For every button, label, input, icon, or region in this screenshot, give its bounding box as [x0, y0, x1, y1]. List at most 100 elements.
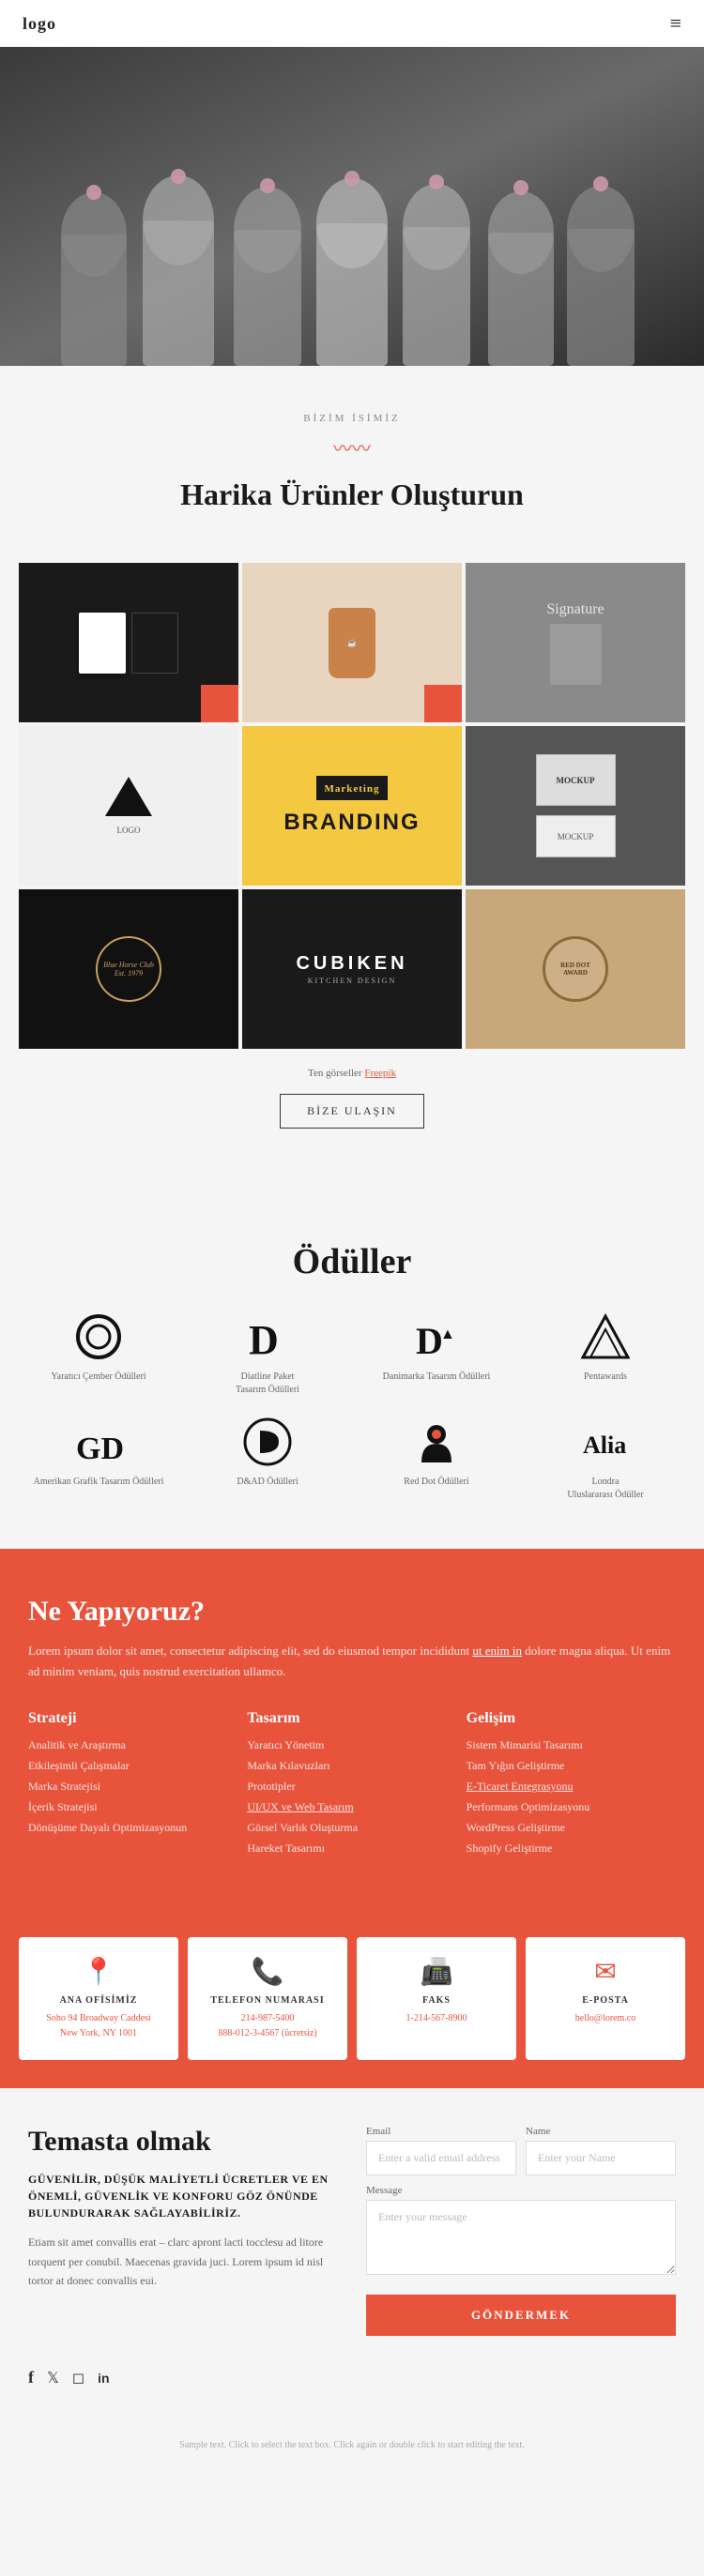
what-col-gelisim: Gelişim Sistem Mimarisi Tasarımı Tam Yığ… — [467, 1710, 676, 1862]
award-item-6: D&AD Ödülleri — [188, 1416, 347, 1502]
award-item-5: GD Amerikan Grafik Tasarım Ödülleri — [19, 1416, 178, 1502]
intro-section: BİZİM İSİMİZ 〰〰 Harika Ürünler Oluşturun — [0, 366, 704, 540]
facebook-icon[interactable]: f — [28, 2368, 34, 2387]
what-col-list-2: Sistem Mimarisi Tasarımı Tam Yığın Geliş… — [467, 1738, 676, 1856]
award-icon-6 — [241, 1416, 294, 1468]
grid-item-4[interactable]: LOGO — [19, 726, 238, 886]
list-item[interactable]: Marka Kılavuzları — [247, 1759, 456, 1773]
award-label-3: Danimarka Tasarım Ödülleri — [383, 1371, 491, 1384]
list-item[interactable]: Hareket Tasarımı — [247, 1841, 456, 1856]
grid-item-6[interactable]: MOCKUP MOCKUP — [466, 726, 685, 886]
name-field-group: Name — [526, 2126, 676, 2175]
what-col-strateji: Strateji Analitik ve Araştırma Etkileşim… — [28, 1710, 237, 1862]
award-label-6: D&AD Ödülleri — [237, 1476, 298, 1489]
message-label: Message — [366, 2185, 676, 2196]
list-item[interactable]: Etkileşimli Çalışmalar — [28, 1759, 237, 1773]
email-icon: ✉ — [537, 1956, 674, 1988]
list-item[interactable]: Tam Yığın Geliştirme — [467, 1759, 676, 1773]
award-icon-1 — [72, 1311, 125, 1363]
fax-info: 1-214-567-8900 — [368, 2011, 505, 2026]
list-item[interactable]: E-Ticaret Entegrasyonu — [467, 1780, 676, 1794]
list-item[interactable]: İçerik Stratejisi — [28, 1800, 237, 1814]
contact-card-phone: 📞 TELEFON NUMARASI 214-987-5400 888-012-… — [188, 1937, 347, 2060]
svg-text:D: D — [416, 1320, 443, 1361]
svg-text:GD: GD — [76, 1432, 123, 1466]
awards-grid: Yaratıcı Çember Ödülleri D Diatline Pake… — [19, 1311, 685, 1502]
what-col-list-0: Analitik ve Araştırma Etkileşimli Çalışm… — [28, 1738, 237, 1835]
list-item[interactable]: Yaratıcı Yönetim — [247, 1738, 456, 1752]
hamburger-menu[interactable]: ≡ — [670, 11, 681, 36]
award-item-1: Yaratıcı Çember Ödülleri — [19, 1311, 178, 1397]
form-layout: Email Name Message GÖNDERMEk — [366, 2126, 676, 2336]
twitter-icon[interactable]: 𝕏 — [47, 2369, 59, 2387]
svg-text:▲: ▲ — [440, 1326, 455, 1342]
list-item[interactable]: Performans Optimizasyonu — [467, 1800, 676, 1814]
fax-title: FAKS — [368, 1995, 505, 2006]
email-label: Email — [366, 2126, 516, 2137]
email-input[interactable] — [366, 2141, 516, 2175]
what-col-tasarim: Tasarım Yaratıcı Yönetim Marka Kılavuzla… — [247, 1710, 456, 1862]
award-label-7: Red Dot Ödülleri — [404, 1476, 468, 1489]
form-desc: Etiam sit amet convallis erat – clarc ap… — [28, 2233, 338, 2290]
submit-button[interactable]: GÖNDERMEk — [366, 2295, 676, 2336]
grid-item-2[interactable]: ☕ — [242, 563, 462, 722]
svg-text:Alia: Alia — [583, 1432, 626, 1459]
award-icon-8: Alia — [579, 1416, 632, 1468]
list-item[interactable]: WordPress Geliştirme — [467, 1821, 676, 1835]
location-icon: 📍 — [30, 1956, 167, 1988]
hero-section — [0, 47, 704, 366]
phone-icon: 📞 — [199, 1956, 336, 1988]
name-input[interactable] — [526, 2141, 676, 2175]
form-section: Temasta olmak GÜVENİLİR, DÜŞÜK MALİYETLİ… — [0, 2088, 704, 2425]
email-title: E-POSTA — [537, 1995, 674, 2006]
instagram-icon[interactable]: ◻ — [72, 2369, 84, 2387]
award-item-8: Alia LondraUluslararası Ödüller — [526, 1416, 685, 1502]
list-item[interactable]: Analitik ve Araştırma — [28, 1738, 237, 1752]
freepik-credit: Ten görseller Freepik — [0, 1068, 704, 1079]
phone-title: TELEFON NUMARASI — [199, 1995, 336, 2006]
what-desc: Lorem ipsum dolor sit amet, consectetur … — [28, 1641, 676, 1682]
list-item[interactable]: Shopify Geliştirme — [467, 1841, 676, 1856]
award-icon-2: D — [241, 1311, 294, 1363]
list-item[interactable]: Sistem Mimarisi Tasarımı — [467, 1738, 676, 1752]
contact-cards: 📍 ANA OFİSİMİZ Soho 94 Broadway Caddesi … — [0, 1909, 704, 2088]
office-info: Soho 94 Broadway Caddesi New York, NY 10… — [30, 2011, 167, 2041]
grid-item-9[interactable]: RED DOTAWARD — [466, 889, 685, 1049]
what-link[interactable]: ut enim in — [472, 1644, 522, 1658]
fax-icon: 📠 — [368, 1956, 505, 1988]
office-title: ANA OFİSİMİZ — [30, 1995, 167, 2006]
what-col-list-1: Yaratıcı Yönetim Marka Kılavuzları Proto… — [247, 1738, 456, 1856]
award-icon-5: GD — [72, 1416, 125, 1468]
footer-note: Sample text. Click to select the text bo… — [0, 2425, 704, 2465]
award-item-2: D Diatline PaketTasarım Ödülleri — [188, 1311, 347, 1397]
grid-item-7[interactable]: Blue Horse ClubEst. 1979 — [19, 889, 238, 1049]
award-label-8: LondraUluslararası Ödüller — [567, 1476, 643, 1502]
list-item[interactable]: UI/UX ve Web Tasarım — [247, 1800, 456, 1814]
list-item[interactable]: Dönüşüme Dayalı Optimizasyonun — [28, 1821, 237, 1835]
phone-info: 214-987-5400 888-012-3-4567 (ücretsiz) — [199, 2011, 336, 2041]
list-item[interactable]: Görsel Varlık Oluşturma — [247, 1821, 456, 1835]
form-title: Temasta olmak — [28, 2126, 338, 2158]
contact-card-email: ✉ E-POSTA hello@lorem.co — [526, 1937, 685, 2060]
what-title: Ne Yapıyoruz? — [28, 1596, 676, 1628]
contact-button[interactable]: BİZE ULAŞIN — [280, 1094, 424, 1129]
grid-item-1[interactable] — [19, 563, 238, 722]
grid-item-5[interactable]: Marketing BRANDING — [242, 726, 462, 886]
wave-decoration: 〰〰 — [23, 433, 681, 461]
freepik-link[interactable]: Freepik — [364, 1068, 396, 1079]
message-input[interactable] — [366, 2200, 676, 2275]
grid-item-8[interactable]: CUBIKEN KITCHEN DESIGN — [242, 889, 462, 1049]
svg-text:D: D — [249, 1317, 279, 1361]
section-label: BİZİM İSİMİZ — [23, 413, 681, 424]
awards-section: Ödüller Yaratıcı Çember Ödülleri D Diatl… — [0, 1213, 704, 1549]
list-item[interactable]: Prototipler — [247, 1780, 456, 1794]
linkedin-icon[interactable]: in — [98, 2371, 109, 2386]
award-label-1: Yaratıcı Çember Ödülleri — [51, 1371, 145, 1384]
award-label-4: Pentawards — [584, 1371, 627, 1384]
list-item[interactable]: Marka Stratejisi — [28, 1780, 237, 1794]
grid-item-3[interactable]: Signature — [466, 563, 685, 722]
section-title: Harika Ürünler Oluşturun — [23, 477, 681, 512]
hero-image — [0, 47, 704, 366]
what-col-title-1: Tasarım — [247, 1710, 456, 1727]
email-info: hello@lorem.co — [537, 2011, 674, 2026]
